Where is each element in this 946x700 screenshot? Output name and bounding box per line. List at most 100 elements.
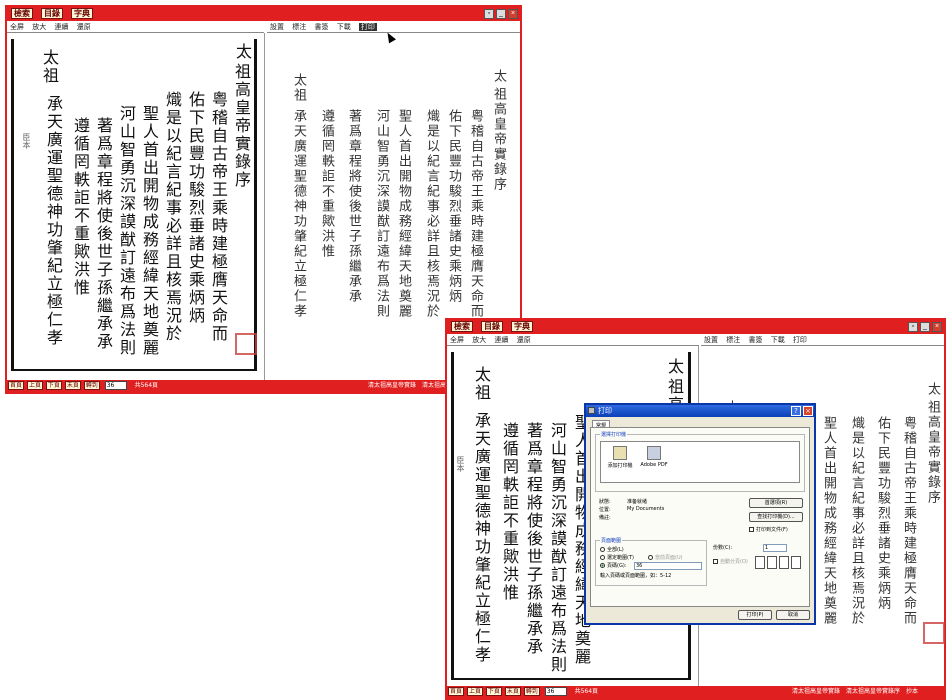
margin-note: 臣本 (22, 133, 31, 149)
text-column: 承天廣運聖德神功肇紀立極仁孝 (472, 412, 491, 664)
text-column: 承天廣運聖德神功肇紀立極仁孝 (291, 109, 306, 319)
text-column: 遵循罔軼詎不重歟洪惟 (500, 422, 519, 602)
next-page-button[interactable]: 下頁 (45, 381, 62, 390)
restore-menu[interactable]: 還原 (517, 336, 531, 344)
breadcrumb: 清太祖高皇帝實錄 清太祖高皇帝實錄序 抄本 (791, 688, 918, 695)
zoom-menu[interactable]: 放大 (32, 23, 46, 31)
help-icon[interactable]: ? (791, 406, 801, 416)
page-input[interactable]: 36 (104, 381, 127, 390)
search-button[interactable]: 檢索 (11, 8, 33, 19)
dictionary-button[interactable]: 字典 (71, 8, 93, 19)
restore-icon[interactable]: ▫ (908, 322, 918, 332)
text-column: 著爲章程將使後世子孫繼承承 (94, 117, 113, 351)
collate-checkbox[interactable]: 自動分頁(O) (713, 558, 748, 565)
print-to-file-checkbox[interactable]: 打印到文件(F) (749, 526, 788, 533)
text-column: 粤稽自古帝王乘時建極膺天命而 (901, 416, 916, 626)
bookmark-menu[interactable]: 書簽 (748, 336, 762, 344)
page-count: 共564頁 (574, 688, 599, 695)
right-view-menu: 設置 標注 書簽 下載 打印 (267, 21, 520, 33)
heading-right: 太 (233, 43, 252, 61)
range-pages-radio[interactable]: 頁碼(G): (600, 562, 626, 569)
restore-icon[interactable]: ▫ (484, 9, 494, 19)
heading-right: 太 (925, 382, 940, 397)
last-page-button[interactable]: 末頁 (64, 381, 81, 390)
preferences-button[interactable]: 首選項(R) (749, 498, 803, 508)
status-value: 准备就绪 (627, 499, 648, 505)
collate-page-icon (767, 556, 777, 569)
minimize-icon[interactable]: _ (920, 322, 930, 332)
pages-hint: 輸入頁碼或頁面範圍，如：5-12 (600, 573, 672, 579)
download-menu[interactable]: 下載 (771, 336, 785, 344)
printer-item[interactable]: Adobe PDF (639, 446, 669, 468)
pages-input[interactable]: 36 (634, 562, 702, 570)
next-page-button[interactable]: 下頁 (485, 687, 502, 696)
print-menu[interactable]: 打印 (358, 23, 377, 31)
find-printer-button[interactable]: 查找打印機(D)... (749, 512, 803, 522)
dictionary-button[interactable]: 字典 (511, 321, 533, 332)
text-column: 河山智勇沉深謨猷訂遠布爲法則 (374, 109, 389, 319)
close-icon[interactable]: × (803, 406, 813, 416)
text-column: 粤稽自古帝王乘時建極膺天命而 (468, 109, 483, 319)
dialog-title-bar: 打印 ? × (586, 405, 814, 417)
printer-icon (588, 407, 595, 414)
zoom-menu[interactable]: 放大 (472, 336, 486, 344)
text-column: 河山智勇沉深謨猷訂遠布爲法則 (548, 422, 567, 674)
text-column: 著爲章程將使後世子孫繼承承 (346, 109, 361, 304)
range-selection-radio[interactable]: 選定範圍(T) (600, 554, 634, 561)
print-button[interactable]: 打印(P) (738, 610, 772, 620)
status-bar: 首頁 上頁 下頁 末頁 轉到 36 共564頁 清太祖高皇帝實錄 清太祖高皇帝實… (7, 380, 520, 392)
pdf-printer-icon (647, 446, 661, 460)
search-button[interactable]: 檢索 (451, 321, 473, 332)
settings-menu[interactable]: 設置 (270, 23, 284, 31)
close-icon[interactable]: × (932, 322, 942, 332)
fullscreen-menu[interactable]: 全屏 (450, 336, 464, 344)
download-menu[interactable]: 下載 (337, 23, 351, 31)
location-label: 位置: (599, 507, 611, 513)
text-column: 佑下民豐功駿烈垂諸史乘炳炳 (186, 91, 205, 325)
contents-button[interactable]: 目錄 (481, 321, 503, 332)
first-page-button[interactable]: 首頁 (448, 687, 465, 696)
page-input[interactable]: 36 (544, 687, 567, 696)
close-icon[interactable]: × (508, 9, 518, 19)
collate-page-icon (779, 556, 789, 569)
cancel-button[interactable]: 取消 (776, 610, 810, 620)
heading-title: 祖高皇帝實錄序 (232, 63, 251, 189)
text-column: 太祖 (472, 366, 491, 402)
right-view-menu: 設置 標注 書簽 下載 打印 (701, 334, 944, 346)
red-seal-stamp (235, 333, 257, 355)
annotate-menu[interactable]: 標注 (726, 336, 740, 344)
prev-page-button[interactable]: 上頁 (26, 381, 43, 390)
margin-note: 臣本 (456, 456, 465, 472)
scan-image-pane: 太 祖高皇帝實錄序 粤稽自古帝王乘時建極膺天命而 佑下民豐功駿烈垂諸史乘炳炳 熾… (7, 33, 265, 380)
bookmark-menu[interactable]: 書簽 (314, 23, 328, 31)
goto-button[interactable]: 轉到 (523, 687, 540, 696)
annotate-menu[interactable]: 標注 (292, 23, 306, 31)
text-column: 聖人首出開物成務經緯天地奠麗 (140, 105, 159, 357)
settings-menu[interactable]: 設置 (704, 336, 718, 344)
heading-title: 祖高皇帝實錄序 (491, 87, 506, 192)
continuous-menu[interactable]: 連續 (54, 23, 68, 31)
page-count: 共564頁 (134, 382, 159, 389)
text-column: 太祖 (291, 73, 306, 103)
copies-input[interactable]: 1 (763, 544, 787, 552)
print-menu[interactable]: 打印 (793, 336, 807, 344)
contents-button[interactable]: 目錄 (41, 8, 63, 19)
prev-page-button[interactable]: 上頁 (466, 687, 483, 696)
first-page-button[interactable]: 首頁 (8, 381, 25, 390)
fullscreen-menu[interactable]: 全屏 (10, 23, 24, 31)
print-dialog: 打印 ? × 常規 選擇打印機 添加打印機 Adobe PDF 狀態: 准备就绪… (584, 403, 816, 625)
goto-button[interactable]: 轉到 (83, 381, 100, 390)
text-column: 佑下民豐功駿烈垂諸史乘炳炳 (446, 109, 461, 304)
minimize-icon[interactable]: _ (496, 9, 506, 19)
text-column: 熾是以紀言紀事必詳且核焉況於 (163, 91, 182, 343)
left-view-menu: 全屏 放大 連續 還原 (7, 21, 264, 33)
printer-select-group: 選擇打印機 添加打印機 Adobe PDF (595, 431, 805, 492)
range-all-radio[interactable]: 全部(L) (600, 546, 624, 553)
range-current-radio[interactable]: 當前頁面(U) (648, 554, 683, 561)
last-page-button[interactable]: 末頁 (504, 687, 521, 696)
printer-item[interactable]: 添加打印機 (605, 446, 635, 469)
comment-label: 備註: (599, 515, 611, 521)
restore-menu[interactable]: 還原 (77, 23, 91, 31)
continuous-menu[interactable]: 連續 (494, 336, 508, 344)
text-column: 河山智勇沉深謨猷訂遠布爲法則 (117, 105, 136, 357)
